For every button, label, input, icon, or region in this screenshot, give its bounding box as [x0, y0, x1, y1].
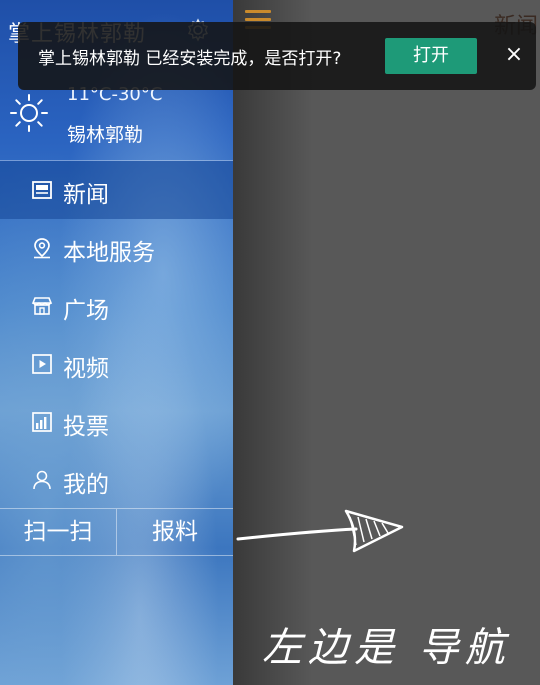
- nav-item-label: 新闻: [63, 182, 109, 208]
- scan-button[interactable]: 扫一扫: [0, 509, 117, 555]
- install-toast: 掌上锡林郭勒 已经安装完成，是否打开? 打开 ×: [18, 22, 536, 90]
- sun-icon: [10, 94, 48, 132]
- annotation-text: 左边是 导航: [262, 625, 511, 671]
- toast-message: 掌上锡林郭勒 已经安装完成，是否打开?: [38, 49, 342, 69]
- weather-widget: 11°C-30°C 锡林郭勒: [0, 82, 233, 160]
- play-icon: [32, 354, 52, 374]
- report-button[interactable]: 报料: [117, 509, 233, 555]
- open-app-button[interactable]: 打开: [385, 38, 477, 74]
- nav-item-label: 本地服务: [63, 240, 155, 266]
- nav-item-square[interactable]: 广场: [0, 277, 233, 335]
- main-content-pane[interactable]: 新闻: [233, 0, 540, 685]
- close-icon[interactable]: ×: [502, 40, 526, 70]
- navigation-drawer: 掌上锡林郭勒 11°C-30°C 锡林郭勒: [0, 0, 233, 685]
- drawer-bottom-bar: 扫一扫 报料: [0, 508, 233, 556]
- nav-item-label: 我的: [63, 472, 109, 498]
- nav-item-label: 视频: [63, 356, 109, 382]
- nav-item-label: 广场: [63, 298, 109, 324]
- city-name: 锡林郭勒: [67, 124, 144, 146]
- nav-item-vote[interactable]: 投票: [0, 393, 233, 451]
- nav-item-video[interactable]: 视频: [0, 335, 233, 393]
- user-icon: [33, 470, 51, 490]
- nav-item-mine[interactable]: 我的: [0, 451, 233, 509]
- news-icon: [32, 181, 52, 199]
- nav-menu: 新闻 本地服务 广场 视频 投票 我的: [0, 161, 233, 509]
- nav-item-news[interactable]: 新闻: [0, 161, 233, 219]
- nav-item-label: 投票: [63, 414, 109, 440]
- arrow-icon: [236, 509, 404, 553]
- store-icon: [31, 297, 53, 315]
- bar-chart-icon: [32, 412, 52, 432]
- location-pin-icon: [34, 238, 50, 259]
- drawer-shadow: [233, 0, 313, 685]
- nav-item-local-services[interactable]: 本地服务: [0, 219, 233, 277]
